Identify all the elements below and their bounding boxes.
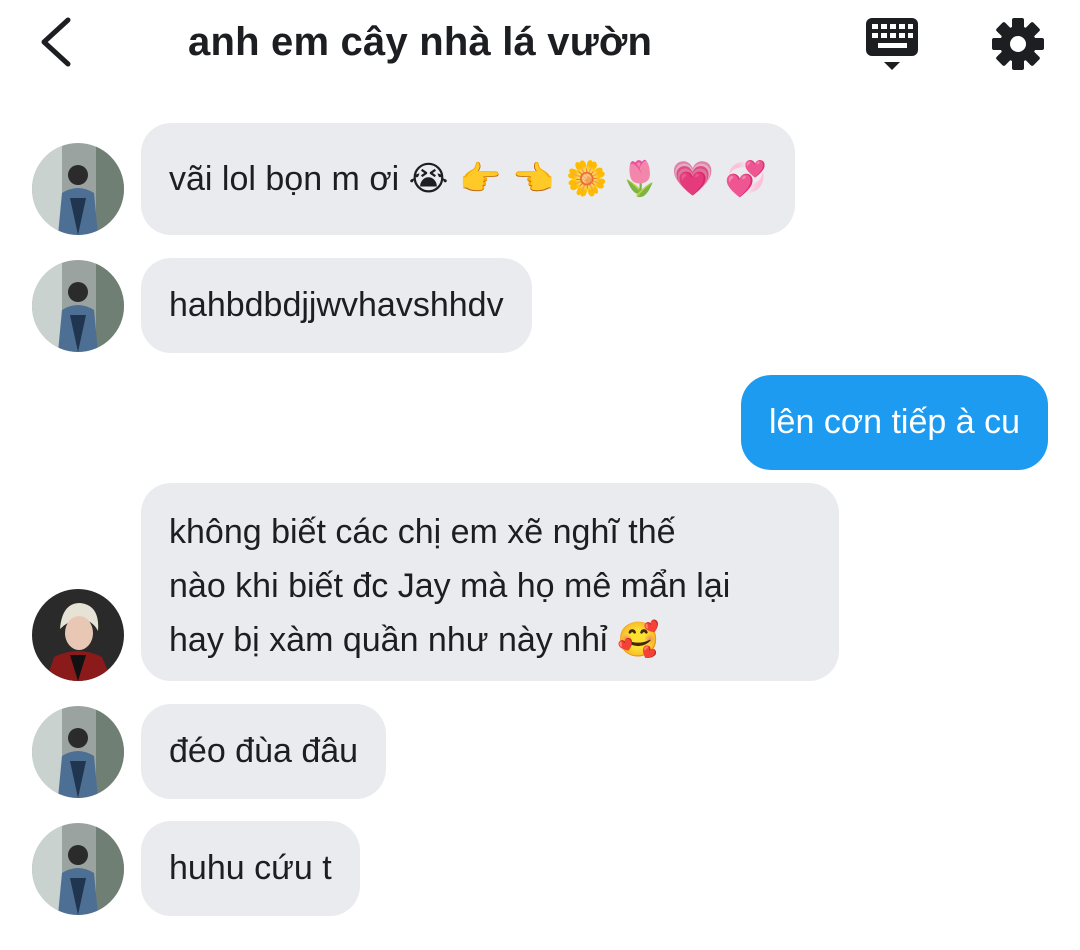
friend-a-avatar-image xyxy=(32,706,124,798)
message-bubble[interactable]: đéo đùa đâu xyxy=(141,704,387,799)
gear-icon xyxy=(992,18,1044,70)
message-bubble[interactable]: huhu cứu t xyxy=(141,821,360,916)
chat-header: anh em cây nhà lá vườn xyxy=(0,0,1080,90)
friend-b-avatar-image xyxy=(32,589,124,681)
avatar[interactable] xyxy=(32,260,124,352)
message-bubble-sent[interactable]: lên cơn tiếp à cu xyxy=(741,375,1048,470)
message-row: hahbdbdjjwvhavshhdv xyxy=(0,258,1080,353)
message-bubble[interactable]: hahbdbdjjwvhavshhdv xyxy=(141,258,532,353)
message-emojis: 🥰 xyxy=(617,620,660,660)
avatar[interactable] xyxy=(32,589,124,681)
message-text: đéo đùa đâu xyxy=(169,732,359,770)
message-row: huhu cứu t xyxy=(0,821,1080,916)
settings-button[interactable] xyxy=(988,14,1048,74)
message-line: nào khi biết đc Jay mà họ mê mẩn lại xyxy=(169,567,731,605)
message-row: đéo đùa đâu xyxy=(0,704,1080,799)
message-bubble[interactable]: không biết các chị em xẽ nghĩ thế nào kh… xyxy=(141,483,839,681)
message-row: không biết các chị em xẽ nghĩ thế nào kh… xyxy=(0,483,1080,681)
avatar[interactable] xyxy=(32,706,124,798)
message-text: lên cơn tiếp à cu xyxy=(769,403,1020,441)
message-line: không biết các chị em xẽ nghĩ thế xyxy=(169,513,676,551)
message-row: vãi lol bọn m ơi 😭 👉 👈 🌼 🌷 💗 💞 xyxy=(0,123,1080,235)
chevron-left-icon xyxy=(41,17,71,67)
friend-a-avatar-image xyxy=(32,823,124,915)
avatar[interactable] xyxy=(32,823,124,915)
message-text: vãi lol bọn m ơi xyxy=(169,160,400,198)
chat-screen: anh em cây nhà lá vườn vãi lol bọn m ơi … xyxy=(0,0,1080,950)
page-title: anh em cây nhà lá vườn xyxy=(188,20,653,64)
message-line: hay bị xàm quần như này nhỉ xyxy=(169,621,608,659)
message-emojis: 😭 👉 👈 🌼 🌷 💗 💞 xyxy=(408,159,768,199)
back-button[interactable] xyxy=(30,14,80,70)
avatar[interactable] xyxy=(32,143,124,235)
message-text: huhu cứu t xyxy=(169,849,332,887)
message-row: lên cơn tiếp à cu xyxy=(0,375,1080,470)
message-bubble[interactable]: vãi lol bọn m ơi 😭 👉 👈 🌼 🌷 💗 💞 xyxy=(141,123,796,235)
keyboard-button[interactable] xyxy=(862,14,922,74)
keyboard-icon xyxy=(866,18,918,70)
friend-a-avatar-image xyxy=(32,143,124,235)
message-text: hahbdbdjjwvhavshhdv xyxy=(169,286,504,324)
friend-a-avatar-image xyxy=(32,260,124,352)
